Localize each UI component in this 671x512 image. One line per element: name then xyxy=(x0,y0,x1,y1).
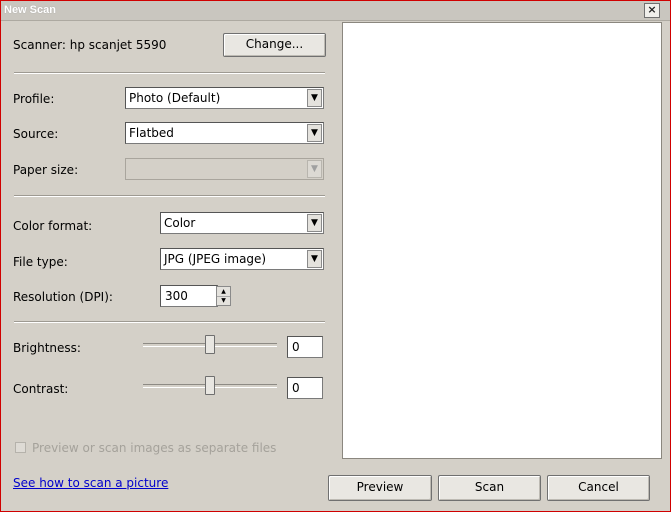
paper-size-dropdown[interactable]: ▼ xyxy=(125,158,324,180)
brightness-slider-thumb[interactable] xyxy=(205,335,215,354)
scanner-label: Scanner: hp scanjet 5590 xyxy=(13,38,167,52)
contrast-input[interactable]: 0 xyxy=(287,377,323,399)
chevron-down-icon: ▼ xyxy=(307,124,322,142)
source-value: Flatbed xyxy=(129,126,174,140)
chevron-down-icon: ▼ xyxy=(307,250,322,268)
color-format-value: Color xyxy=(164,216,196,230)
source-dropdown[interactable]: Flatbed ▼ xyxy=(125,122,324,144)
brightness-label: Brightness: xyxy=(13,341,81,355)
divider xyxy=(14,72,325,74)
contrast-slider-thumb[interactable] xyxy=(205,376,215,395)
divider xyxy=(14,321,325,323)
chevron-down-icon: ▼ xyxy=(307,214,322,232)
chevron-down-icon: ▼ xyxy=(307,160,322,178)
scan-button[interactable]: Scan xyxy=(438,475,541,501)
scan-preview-area xyxy=(342,22,662,459)
close-button[interactable]: × xyxy=(644,3,660,18)
resolution-input[interactable]: 300 xyxy=(160,285,218,307)
window-title: New Scan xyxy=(4,4,56,16)
profile-dropdown[interactable]: Photo (Default) ▼ xyxy=(125,87,324,109)
chevron-down-icon: ▼ xyxy=(307,89,322,107)
source-label: Source: xyxy=(13,127,59,141)
brightness-input[interactable]: 0 xyxy=(287,336,323,358)
arrow-down-icon[interactable]: ▼ xyxy=(217,296,230,305)
divider xyxy=(14,195,325,197)
color-format-label: Color format: xyxy=(13,219,93,233)
resolution-label: Resolution (DPI): xyxy=(13,290,113,304)
profile-label: Profile: xyxy=(13,92,55,106)
file-type-dropdown[interactable]: JPG (JPEG image) ▼ xyxy=(160,248,324,270)
change-scanner-button[interactable]: Change... xyxy=(223,33,326,57)
separate-files-label: Preview or scan images as separate files xyxy=(32,441,277,455)
contrast-label: Contrast: xyxy=(13,382,69,396)
resolution-spinner[interactable]: ▲ ▼ xyxy=(216,286,231,306)
separate-files-checkbox[interactable] xyxy=(15,442,26,453)
preview-button[interactable]: Preview xyxy=(328,475,432,501)
new-scan-dialog: New Scan × Scanner: hp scanjet 5590 Chan… xyxy=(0,0,671,512)
help-link[interactable]: See how to scan a picture xyxy=(13,476,168,490)
profile-value: Photo (Default) xyxy=(129,91,221,105)
file-type-label: File type: xyxy=(13,255,68,269)
color-format-dropdown[interactable]: Color ▼ xyxy=(160,212,324,234)
file-type-value: JPG (JPEG image) xyxy=(164,252,267,266)
paper-size-label: Paper size: xyxy=(13,163,79,177)
title-bar: New Scan × xyxy=(1,1,670,21)
close-icon: × xyxy=(647,3,657,16)
cancel-button[interactable]: Cancel xyxy=(547,475,650,501)
